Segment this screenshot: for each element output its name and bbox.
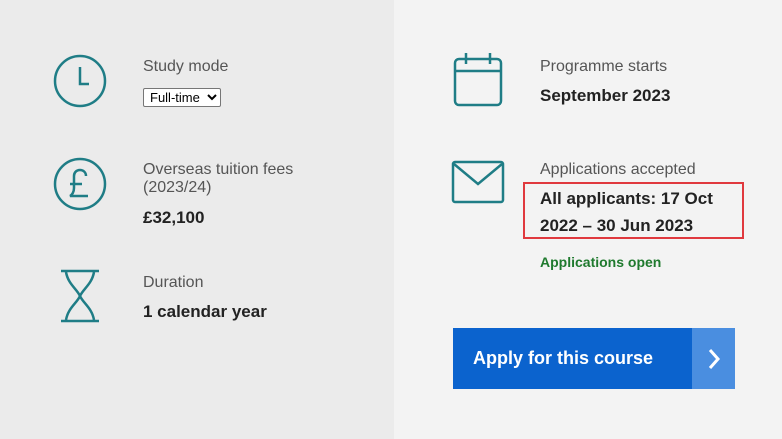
duration-value: 1 calendar year	[143, 302, 267, 321]
clock-icon	[53, 54, 107, 108]
calendar-icon	[453, 53, 503, 107]
apply-button-label: Apply for this course	[473, 348, 654, 368]
apply-button[interactable]: Apply for this course	[453, 328, 735, 389]
applications-label: Applications accepted	[540, 161, 696, 178]
applications-status: Applications open	[540, 254, 662, 270]
duration-label: Duration	[143, 274, 204, 291]
fees-label-line1: Overseas tuition fees	[143, 161, 294, 178]
envelope-icon	[451, 160, 505, 204]
study-mode-label: Study mode	[143, 58, 229, 75]
highlight-box	[523, 182, 744, 239]
hourglass-icon	[61, 269, 99, 323]
study-mode-select[interactable]: Full-time	[143, 88, 221, 107]
programme-starts-value: September 2023	[540, 86, 671, 105]
fees-value: £32,100	[143, 208, 205, 227]
pound-icon	[53, 157, 107, 211]
apply-button-arrow	[692, 328, 735, 389]
programme-starts-label: Programme starts	[540, 58, 668, 75]
chevron-right-icon	[708, 348, 720, 369]
fees-label-line2: (2023/24)	[143, 179, 212, 196]
